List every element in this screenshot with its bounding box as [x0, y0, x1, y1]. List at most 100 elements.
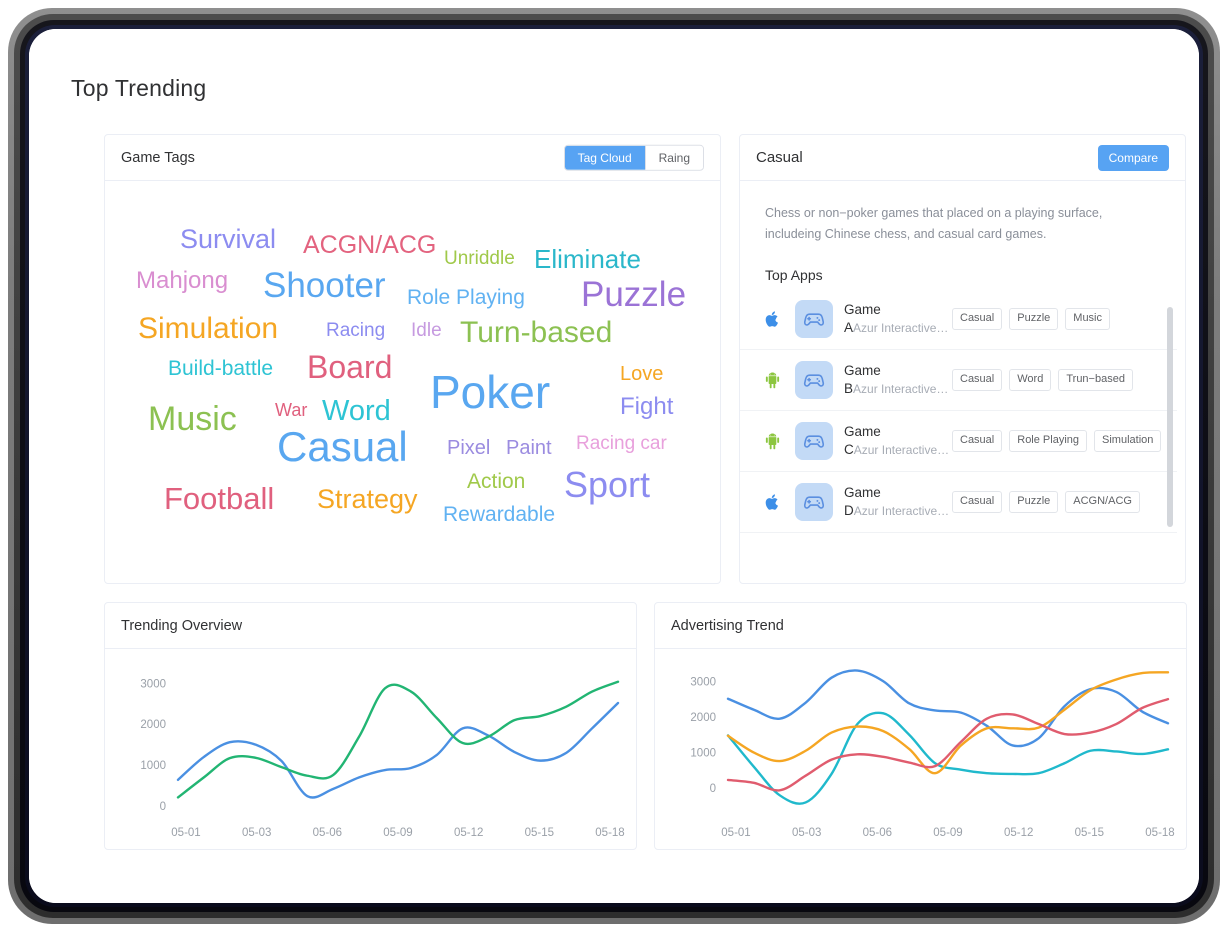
app-tag[interactable]: Casual	[952, 430, 1003, 452]
app-meta: Game BAzur Interactive…	[844, 362, 952, 398]
app-tag[interactable]: ACGN/ACG	[1065, 491, 1140, 513]
app-meta: Game AAzur Interactive…	[844, 301, 952, 337]
apple-icon	[765, 494, 778, 510]
x-axis-tick-label: 05-03	[242, 827, 271, 839]
trending-overview-card: Trending Overview 0 1000 2000 3000 05-01 05-0…	[104, 602, 637, 850]
app-tag-list: Casual Word Trun−based	[952, 369, 1133, 391]
device-bezel-outer: Top Trending Game Tags Tag Cloud Raing S…	[14, 14, 1214, 918]
game-tags-card: Game Tags Tag Cloud Raing Survival ACGN/A…	[104, 134, 721, 584]
page-title: Top Trending	[71, 75, 207, 101]
y-axis-tick-label: 1000	[690, 748, 716, 760]
tag-cloud-word[interactable]: Paint	[506, 438, 552, 458]
tag-cloud-word[interactable]: Word	[322, 397, 391, 426]
trending-overview-header: Trending Overview	[105, 603, 636, 649]
android-icon	[765, 433, 779, 449]
tag-cloud-word[interactable]: Fight	[620, 395, 673, 419]
y-axis-tick-label: 0	[160, 801, 166, 813]
app-list-item[interactable]: Game AAzur Interactive… Casual Puzzle Music	[740, 289, 1177, 350]
app-tag-list: Casual Role Playing Simulation	[952, 430, 1162, 452]
app-tag[interactable]: Casual	[952, 491, 1003, 513]
gamepad-icon	[803, 435, 825, 448]
tag-cloud-word[interactable]: War	[275, 401, 307, 419]
y-axis-tick-label: 1000	[140, 760, 166, 772]
app-tag[interactable]: Role Playing	[1009, 430, 1088, 452]
trending-overview-chart: 0 1000 2000 3000 05-01 05-03 05-06 05-09 05-12 05…	[105, 649, 636, 850]
tag-cloud-word[interactable]: Eliminate	[534, 246, 641, 272]
device-bezel-mid: Top Trending Game Tags Tag Cloud Raing S…	[20, 20, 1208, 912]
app-thumbnail	[795, 422, 833, 460]
app-tag[interactable]: Casual	[952, 369, 1003, 391]
tag-cloud-word[interactable]: Love	[620, 364, 663, 384]
tag-cloud-word[interactable]: Sport	[564, 467, 650, 503]
app-developer: Azur Interactive…	[853, 382, 949, 396]
tag-cloud-word[interactable]: Simulation	[138, 314, 278, 344]
compare-button[interactable]: Compare	[1097, 144, 1169, 171]
android-icon	[765, 372, 779, 388]
app-tag[interactable]: Puzzle	[1009, 308, 1059, 330]
tag-cloud-word[interactable]: Rewardable	[443, 504, 555, 525]
casual-title: Casual	[756, 149, 803, 166]
app-developer: Azur Interactive…	[853, 504, 950, 518]
app-tag[interactable]: Music	[1065, 308, 1111, 330]
tag-cloud-word[interactable]: Puzzle	[581, 277, 686, 312]
app-list-item[interactable]: Game DAzur Interactive… Casual Puzzle ACGN/…	[740, 472, 1177, 533]
tag-cloud-word[interactable]: Mahjong	[136, 269, 228, 293]
tag-cloud-word[interactable]: Idle	[411, 321, 442, 340]
app-thumbnail	[795, 300, 833, 338]
tag-cloud-word[interactable]: Shooter	[263, 268, 386, 303]
app-developer: Azur Interactive…	[853, 321, 949, 335]
x-axis-tick-label: 05-12	[454, 827, 483, 839]
app-list-scrollbar-track[interactable]	[1167, 289, 1175, 535]
app-tag[interactable]: Puzzle	[1009, 491, 1059, 513]
tag-cloud-word[interactable]: Racing	[326, 321, 385, 340]
app-list-item[interactable]: Game EAzur Interactive…CasualBoardSport	[740, 533, 1177, 535]
x-axis-tick-label: 05-06	[313, 827, 342, 839]
device-bezel-inner: Top Trending Game Tags Tag Cloud Raing S…	[25, 25, 1203, 907]
app-thumbnail	[795, 361, 833, 399]
tag-cloud-word[interactable]: Music	[148, 402, 237, 436]
tag-cloud-word[interactable]: Strategy	[317, 486, 418, 513]
tag-cloud-word[interactable]: Football	[164, 483, 274, 514]
x-axis-tick-label: 05-06	[863, 827, 892, 839]
tag-cloud-word[interactable]: Poker	[430, 369, 550, 415]
tag-cloud-word[interactable]: Role Playing	[407, 287, 525, 308]
app-thumbnail	[795, 483, 833, 521]
tag-cloud-word[interactable]: Turn-based	[460, 318, 612, 348]
tag-cloud-word[interactable]: Casual	[277, 426, 408, 468]
advertising-trend-title: Advertising Trend	[671, 617, 784, 634]
y-axis-tick-label: 3000	[140, 678, 166, 690]
tag-view-toggle[interactable]: Tag Cloud Raing	[563, 144, 704, 171]
gamepad-icon	[803, 374, 825, 387]
tag-cloud-word[interactable]: Action	[467, 471, 525, 492]
y-axis-tick-label: 2000	[140, 719, 166, 731]
app-list-scrollbar-thumb[interactable]	[1167, 307, 1173, 527]
dashboard-page: Top Trending Game Tags Tag Cloud Raing S…	[29, 29, 1199, 903]
app-list-item[interactable]: Game BAzur Interactive… Casual Word Trun−ba…	[740, 350, 1177, 411]
app-tag[interactable]: Casual	[952, 308, 1003, 330]
app-tag[interactable]: Word	[1009, 369, 1052, 391]
tag-cloud-word[interactable]: Racing car	[576, 434, 667, 453]
tab-raing[interactable]: Raing	[644, 145, 703, 170]
tab-tag-cloud[interactable]: Tag Cloud	[564, 145, 645, 170]
app-tag[interactable]: Simulation	[1094, 430, 1162, 452]
tag-cloud-word[interactable]: Board	[307, 351, 392, 383]
app-tag[interactable]: Trun−based	[1058, 369, 1133, 391]
app-meta: Game DAzur Interactive…	[844, 484, 952, 520]
x-axis-tick-label: 05-15	[1075, 827, 1104, 839]
casual-description: Chess or non−poker games that placed on …	[765, 206, 1103, 241]
app-meta: Game CAzur Interactive…	[844, 423, 952, 459]
x-axis-tick-label: 05-09	[933, 827, 962, 839]
tag-cloud-word[interactable]: Survival	[180, 226, 276, 253]
apple-icon	[765, 311, 778, 327]
app-list-item[interactable]: Game CAzur Interactive… Casual Role Playin…	[740, 411, 1177, 472]
chart-line-series-1	[726, 669, 1170, 748]
top-apps-list: Game AAzur Interactive… Casual Puzzle Music…	[740, 289, 1177, 535]
app-developer: Azur Interactive…	[853, 443, 950, 457]
trending-overview-title: Trending Overview	[121, 617, 243, 634]
tag-cloud-word[interactable]: Pixel	[447, 438, 490, 458]
tag-cloud-word[interactable]: ACGN/ACG	[303, 233, 436, 258]
y-axis-tick-label: 2000	[690, 712, 716, 724]
tag-cloud-word[interactable]: Build-battle	[168, 358, 273, 379]
chart-line-series-2	[726, 711, 1170, 805]
tag-cloud-word[interactable]: Unriddle	[444, 249, 515, 268]
